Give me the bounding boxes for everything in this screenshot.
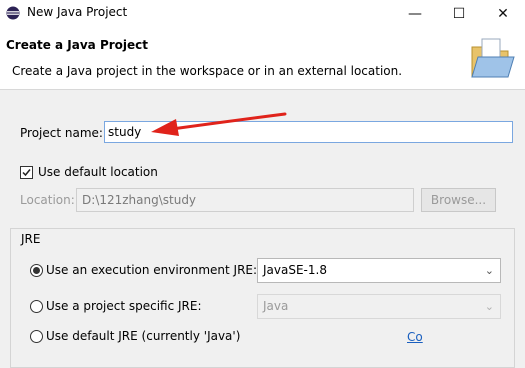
wizard-description: Create a Java project in the workspace o… <box>12 64 403 78</box>
wizard-header: Create a Java Project Create a Java proj… <box>0 27 525 90</box>
minimize-icon: — <box>408 5 422 22</box>
configure-jres-link[interactable]: Co <box>407 330 423 344</box>
radio-default-jre[interactable] <box>30 330 43 343</box>
radio-selected-dot <box>33 267 40 274</box>
default-location-label: Use default location <box>38 165 158 179</box>
project-specific-jre-select[interactable]: Java ⌄ <box>257 294 501 319</box>
radio-project-specific-jre[interactable] <box>30 300 43 313</box>
close-icon: ✕ <box>497 5 509 22</box>
default-location-checkbox[interactable] <box>20 166 33 179</box>
maximize-button[interactable]: ☐ <box>437 0 481 27</box>
maximize-icon: ☐ <box>452 5 466 22</box>
browse-button[interactable]: Browse... <box>421 188 496 212</box>
execution-environment-value: JavaSE-1.8 <box>263 263 327 277</box>
location-input[interactable]: D:\121zhang\study <box>76 188 414 212</box>
title-bar: New Java Project — ☐ ✕ <box>0 0 525 27</box>
window-title: New Java Project <box>27 5 128 19</box>
project-specific-jre-value: Java <box>263 299 289 313</box>
eclipse-icon <box>6 6 20 20</box>
wizard-title: Create a Java Project <box>6 38 149 52</box>
execution-environment-label: Use an execution environment JRE: <box>46 263 258 277</box>
radio-execution-environment[interactable] <box>30 264 43 277</box>
project-name-label: Project name: <box>20 126 103 140</box>
project-name-value: study <box>108 125 142 139</box>
minimize-button[interactable]: — <box>393 0 437 27</box>
project-specific-jre-label: Use a project specific JRE: <box>46 299 202 313</box>
folder-icon <box>471 38 515 78</box>
execution-environment-select[interactable]: JavaSE-1.8 ⌄ <box>257 258 501 283</box>
chevron-down-icon: ⌄ <box>484 300 494 313</box>
location-value: D:\121zhang\study <box>82 193 197 207</box>
chevron-down-icon: ⌄ <box>484 264 494 277</box>
close-button[interactable]: ✕ <box>481 0 525 27</box>
project-name-input[interactable]: study <box>104 121 513 143</box>
default-jre-label: Use default JRE (currently 'Java') <box>46 329 241 343</box>
checkmark-icon <box>22 169 31 177</box>
location-label: Location: <box>20 193 75 207</box>
jre-group-label: JRE <box>21 232 41 246</box>
